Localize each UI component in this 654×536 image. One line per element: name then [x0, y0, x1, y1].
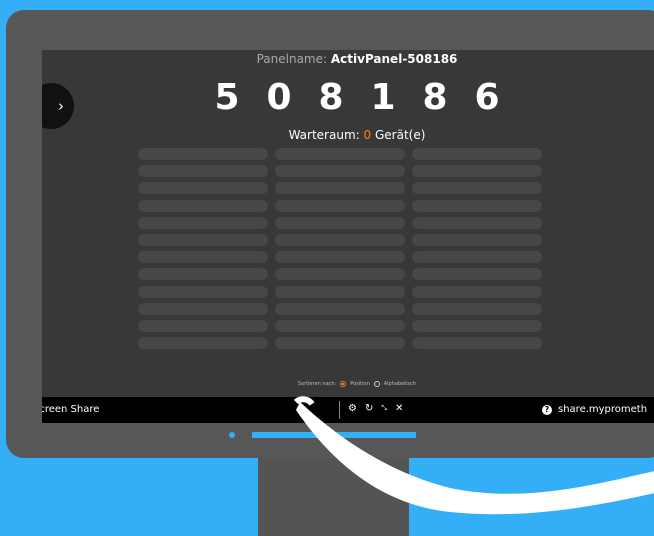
swoosh-decoration [293, 396, 654, 515]
